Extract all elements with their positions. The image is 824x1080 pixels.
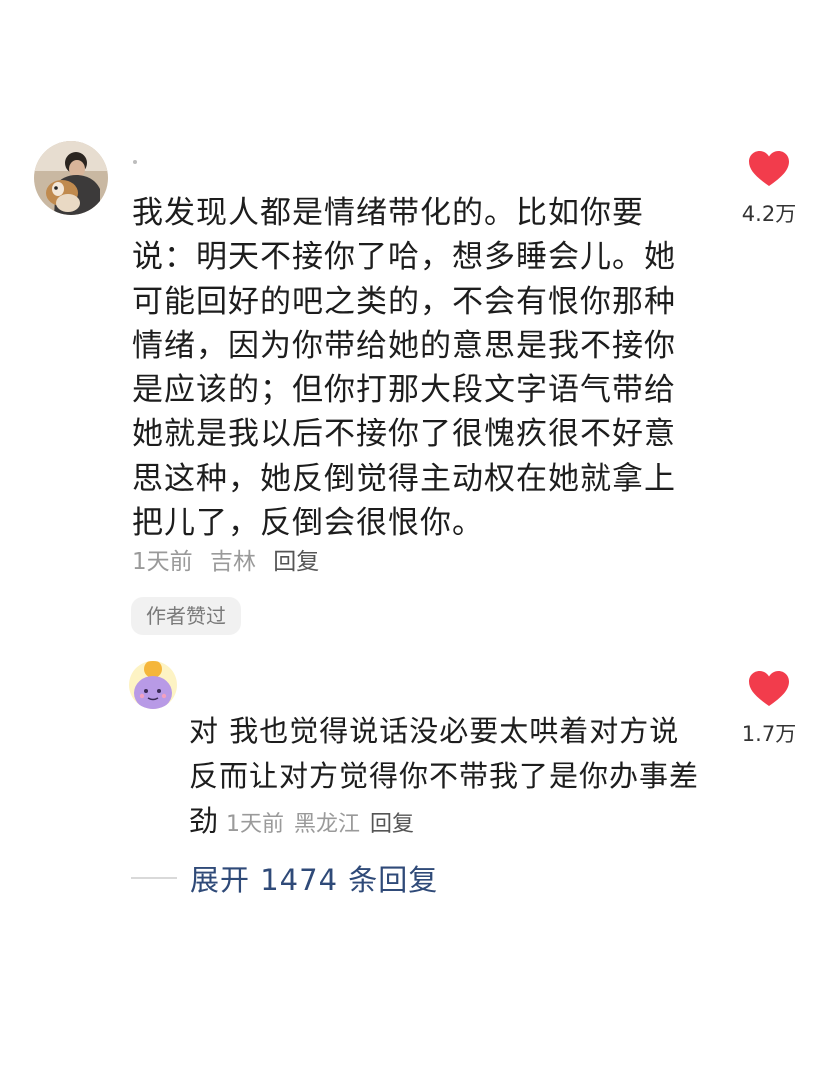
reply-like-count: 1.7万 [741, 722, 797, 746]
comment-location: 吉林 [209, 549, 256, 575]
comment-text: 我发现人都是情绪带化的。比如你要说：明天不接你了哈，想多睡会儿。她可能回好的吧之… [132, 195, 676, 542]
reply-location: 黑龙江 [294, 812, 361, 837]
like-button[interactable]: 4.2万 [734, 150, 804, 228]
reply-reply-button[interactable]: 回复 [370, 812, 414, 837]
author-name-dot [133, 160, 137, 164]
like-count: 4.2万 [741, 202, 797, 226]
user-photo-icon [34, 141, 108, 215]
cartoon-avatar-icon [129, 661, 177, 709]
avatar[interactable] [34, 141, 108, 215]
expand-divider [131, 877, 177, 879]
reply-text: 对 我也觉得说话没必要太哄着对方说 反而让对方觉得你不带我了是你办事差劲 1天前… [189, 709, 699, 847]
expand-replies-label: 展开 1474 条回复 [190, 863, 439, 897]
reply-button[interactable]: 回复 [273, 549, 319, 575]
comment-meta: 1天前 吉林 回复 [132, 542, 329, 576]
author-liked-badge: 作者赞过 [131, 597, 241, 635]
reply-time: 1天前 [226, 812, 285, 837]
comment-time: 1天前 [132, 549, 193, 575]
heart-icon [749, 671, 789, 706]
reply-meta: 1天前 黑龙江 回复 [219, 812, 414, 837]
heart-icon [749, 151, 789, 186]
expand-replies-button[interactable]: 展开 1474 条回复 [131, 858, 438, 898]
reply-avatar[interactable] [129, 661, 177, 709]
reply-like-button[interactable]: 1.7万 [734, 670, 804, 748]
